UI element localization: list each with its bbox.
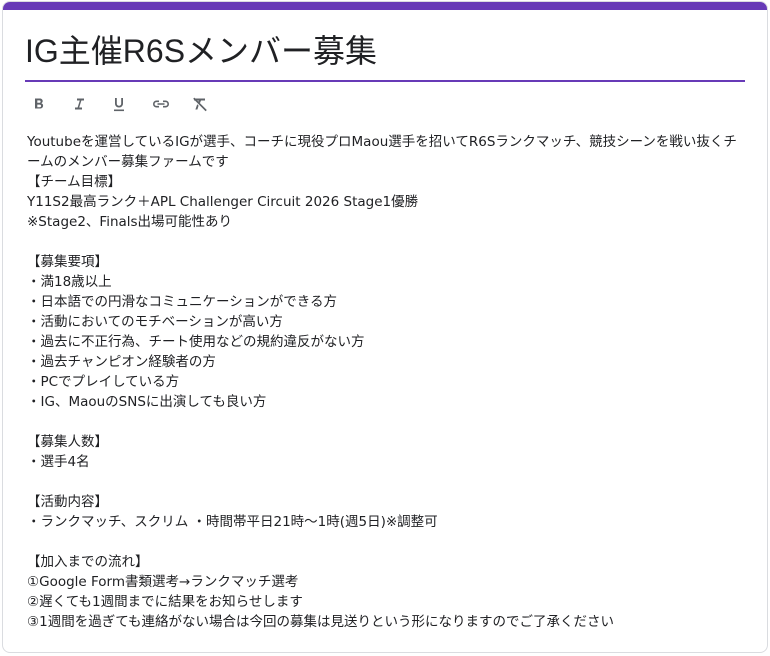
- description-line: 【募集人数】: [27, 434, 108, 450]
- description-line: ・活動においてのモチベーションが高い方: [27, 314, 283, 330]
- description-line: Youtubeを運営しているIGが選手、コーチに現役プロMaou選手を招いてR6…: [27, 134, 737, 170]
- description-line: Y11S2最高ランク＋APL Challenger Circuit 2026 S…: [27, 194, 419, 210]
- title-underline: [25, 80, 745, 82]
- description-line: 【活動内容】: [27, 494, 108, 510]
- form-header-card: IG主催R6Sメンバー募集 Youtubeを運営しているIGが選手、コーチに現役…: [2, 1, 768, 653]
- title-field[interactable]: IG主催R6Sメンバー募集: [25, 24, 745, 82]
- description-line: ・ランクマッチ、スクリム ・時間帯平日21時〜1時(週5日)※調整可: [27, 514, 438, 530]
- link-button[interactable]: [151, 90, 191, 118]
- form-title[interactable]: IG主催R6Sメンバー募集: [25, 24, 745, 78]
- italic-icon: [75, 98, 84, 110]
- description-line: ・選手4名: [27, 454, 90, 470]
- description-line: ③1週間を過ぎても連絡がない場合は今回の募集は見送りという形になりますのでご了承…: [27, 614, 615, 630]
- clear-format-icon: [193, 97, 207, 112]
- description-line: 【加入までの流れ】: [27, 554, 149, 570]
- bold-icon: [35, 98, 44, 109]
- description-line: ②遅くても1週間までに結果をお知らせします: [27, 594, 303, 610]
- description-line: 【募集要項】: [27, 254, 108, 270]
- bold-button[interactable]: [31, 90, 71, 118]
- description-line: [27, 232, 749, 252]
- description-line: ①Google Form書類選考→ランクマッチ選考: [27, 574, 299, 590]
- description-line: [27, 472, 749, 492]
- description-line: ・日本語での円滑なコミュニケーションができる方: [27, 294, 337, 310]
- format-toolbar: [31, 90, 231, 118]
- link-icon: [153, 100, 169, 108]
- description-line: ・過去に不正行為、チート使用などの規約違反がない方: [27, 334, 365, 350]
- description-line: ・IG、MaouのSNSに出演しても良い方: [27, 394, 267, 410]
- description-line: 【チーム目標】: [27, 174, 122, 190]
- underline-icon: [114, 97, 124, 111]
- description-line: ・PCでプレイしている方: [27, 374, 180, 390]
- description-line: [27, 412, 749, 432]
- description-line: ※Stage2、Finals出場可能性あり: [27, 214, 233, 230]
- italic-button[interactable]: [71, 90, 111, 118]
- description-line: ・満18歳以上: [27, 274, 112, 290]
- accent-bar: [3, 2, 767, 10]
- description-line: ・過去チャンピオン経験者の方: [27, 354, 216, 370]
- form-description[interactable]: Youtubeを運営しているIGが選手、コーチに現役プロMaou選手を招いてR6…: [27, 132, 749, 632]
- description-line: [27, 532, 749, 552]
- underline-button[interactable]: [111, 90, 151, 118]
- clear-format-button[interactable]: [191, 90, 231, 118]
